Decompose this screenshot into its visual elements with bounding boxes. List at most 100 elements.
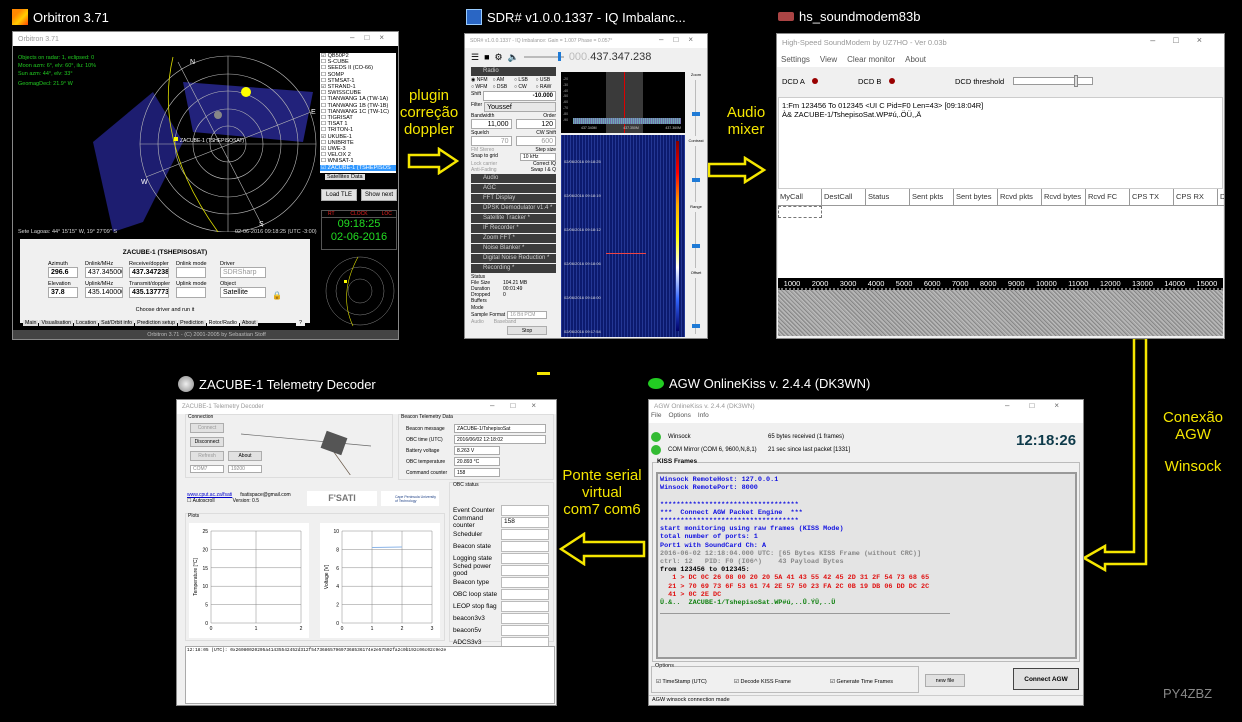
bandwidth-field[interactable]: 11,000 — [471, 119, 512, 129]
column-header[interactable]: Rcvd pkts — [998, 189, 1042, 206]
frequency-display[interactable]: 437.347.238 — [590, 51, 651, 63]
checkbox[interactable]: ☐ — [321, 78, 328, 84]
waterfall-display[interactable] — [778, 290, 1223, 336]
radio-panel-header[interactable]: Radio — [471, 67, 556, 76]
mode-radio-nfm[interactable]: ◉ NFM — [471, 77, 492, 83]
downlink-mode-select[interactable] — [176, 267, 206, 278]
radar-display[interactable]: ZACUBE-1 (TSHEPISOSAT) N E S W — [73, 52, 323, 232]
order-field[interactable]: 120 — [515, 119, 556, 129]
baseband-checkbox[interactable]: Baseband — [494, 319, 517, 325]
tab-rotor-radio[interactable]: Rotor/Radio — [206, 320, 239, 326]
spectrum-display[interactable]: -20 -30 -40 -50 -60 -70 -80 -90 437.340M 437.350… — [561, 72, 685, 133]
driver-select[interactable]: SDRSharp — [220, 267, 266, 278]
receive-doppler-field[interactable]: 437.347238 — [129, 267, 169, 278]
column-header[interactable]: Status — [866, 189, 910, 206]
slider-thumb[interactable] — [692, 324, 700, 328]
satellite-list-item[interactable]: ☑ ZACUBE-1 (TSHEPISOS — [320, 164, 396, 171]
obc-value-field[interactable] — [501, 624, 549, 636]
downlink-select[interactable]: 437.345000 — [85, 267, 123, 278]
slider-thumb[interactable] — [692, 178, 700, 182]
menu-options[interactable]: Options — [668, 412, 690, 423]
obc-value-field[interactable] — [501, 600, 549, 612]
plugin-panel-header[interactable]: DPSK Demodulator v1.4 * — [471, 204, 556, 213]
plugin-panel-header[interactable]: Audio — [471, 174, 556, 183]
obc-value-field[interactable] — [501, 540, 549, 552]
satellite-marker[interactable] — [174, 137, 178, 141]
azimuth-field[interactable]: 296.6 — [48, 267, 78, 278]
menu-settings[interactable]: Settings — [781, 55, 810, 64]
checkbox[interactable]: ☐ — [321, 72, 328, 78]
window-controls[interactable]: –□× — [350, 33, 394, 42]
obc-value-field[interactable]: 158 — [501, 516, 549, 528]
column-header[interactable]: CPS TX — [1130, 189, 1174, 206]
mode-radio-lsb[interactable]: ○ LSB — [514, 77, 535, 83]
port-select[interactable]: COM7 — [190, 465, 224, 473]
shift-field[interactable]: -10.000 — [483, 91, 556, 101]
decode-kiss-checkbox[interactable]: ☑ Decode KISS Frame — [734, 679, 791, 685]
slider-range[interactable]: Range — [687, 204, 705, 270]
plugin-panel-header[interactable]: Noise Blanker * — [471, 244, 556, 253]
obc-value-field[interactable] — [501, 588, 549, 600]
checkbox[interactable]: ☑ — [321, 134, 328, 140]
mode-radio-dsb[interactable]: ○ DSB — [493, 84, 514, 90]
mode-radio-cw[interactable]: ○ CW — [514, 84, 535, 90]
menu-icon[interactable]: ☰ — [471, 52, 479, 63]
mode-radio-am[interactable]: ○ AM — [493, 77, 514, 83]
column-header[interactable]: Sent pkts — [910, 189, 954, 206]
kiss-frames-log[interactable]: Winsock RemoteHost: 127.0.0.1 Winsock Rem… — [656, 472, 1077, 659]
beacon-value-field[interactable]: 158 — [454, 468, 500, 477]
plugin-panel-header[interactable]: FFT Display — [471, 194, 556, 203]
obc-value-field[interactable] — [501, 564, 549, 576]
menu-info[interactable]: Info — [698, 412, 709, 423]
obc-value-field[interactable] — [501, 576, 549, 588]
load-tle-button[interactable]: Load TLE — [321, 189, 357, 201]
slider-thumb[interactable] — [692, 244, 700, 248]
plugin-panel-header[interactable]: Digital Noise Reduction * — [471, 254, 556, 263]
column-header[interactable]: D — [1218, 189, 1224, 206]
checkbox[interactable]: ☑ — [321, 165, 328, 171]
sample-format-select[interactable]: 16 Bit PCM — [507, 311, 548, 319]
help-button[interactable]: ? — [296, 320, 306, 326]
checkbox[interactable]: ☐ — [321, 140, 328, 146]
mode-radio-usb[interactable]: ○ USB — [536, 77, 557, 83]
filter-select[interactable]: Youssef — [484, 102, 556, 112]
checkbox[interactable]: ☐ — [321, 65, 328, 71]
obc-value-field[interactable] — [501, 504, 549, 516]
uplink-select[interactable]: 435.140000 — [85, 287, 123, 298]
tab-sat-orbit-info[interactable]: Sat/Orbit info — [99, 320, 135, 326]
connect-agw-button[interactable]: Connect AGW — [1013, 668, 1079, 690]
mode-radio-wfm[interactable]: ○ WFM — [471, 84, 492, 90]
satellite-list[interactable]: ☑ QB50P2 ☐ S-CUBE ☐ SEEDS II (CO-66) ☐ SOMP… — [320, 53, 396, 173]
slider-contrast[interactable]: Contrast — [687, 138, 705, 204]
column-header[interactable]: CPS RX — [1174, 189, 1218, 206]
column-header[interactable]: DestCall — [822, 189, 866, 206]
raw-log[interactable]: 12:18:05 (UTC): 0x26080020205a4143554245… — [185, 646, 555, 704]
new-file-button[interactable]: new file — [925, 674, 965, 687]
stop-button[interactable]: Stop — [507, 326, 547, 335]
plugin-panel-header[interactable]: Satellite Tracker * — [471, 214, 556, 223]
obc-value-field[interactable] — [501, 552, 549, 564]
monitor-text[interactable]: 1:Fm 123456 To 012345 <UI C Pid=F0 Len=4… — [778, 97, 1223, 189]
gear-icon[interactable]: ⚙ — [495, 52, 503, 63]
slider-zoom[interactable]: Zoom — [687, 72, 705, 138]
menu-about[interactable]: About — [905, 55, 926, 64]
waterfall-display[interactable]: 02/06/2016 09:18:25 02/06/2016 09:18:19 02… — [561, 135, 685, 337]
slider-thumb[interactable] — [692, 112, 700, 116]
tab-prediction-setup[interactable]: Prediction setup — [135, 320, 178, 326]
beacon-value-field[interactable]: 20.893 °C — [454, 457, 500, 466]
beacon-value-field[interactable]: 2016/06/02 12:18:02 — [454, 435, 546, 444]
obc-value-field[interactable] — [501, 612, 549, 624]
stop-icon[interactable]: ■ — [484, 52, 489, 62]
slider-offset[interactable]: Offset — [687, 270, 705, 336]
refresh-button[interactable]: Refresh — [190, 451, 224, 461]
checkbox[interactable]: ☐ — [321, 158, 328, 164]
beacon-value-field[interactable]: 8.263 V — [454, 446, 500, 455]
plugin-panel-header[interactable]: Zoom FFT * — [471, 234, 556, 243]
connect-button[interactable]: Connect — [190, 423, 224, 433]
column-header[interactable]: Sent bytes — [954, 189, 998, 206]
tab-satellites[interactable]: Satellites — [325, 174, 352, 180]
disconnect-button[interactable]: Disconnect — [190, 437, 224, 447]
mode-radio-raw[interactable]: ○ RAW — [536, 84, 557, 90]
uplink-mode-select[interactable] — [176, 287, 206, 298]
plugin-panel-header[interactable]: IF Recorder * — [471, 224, 556, 233]
